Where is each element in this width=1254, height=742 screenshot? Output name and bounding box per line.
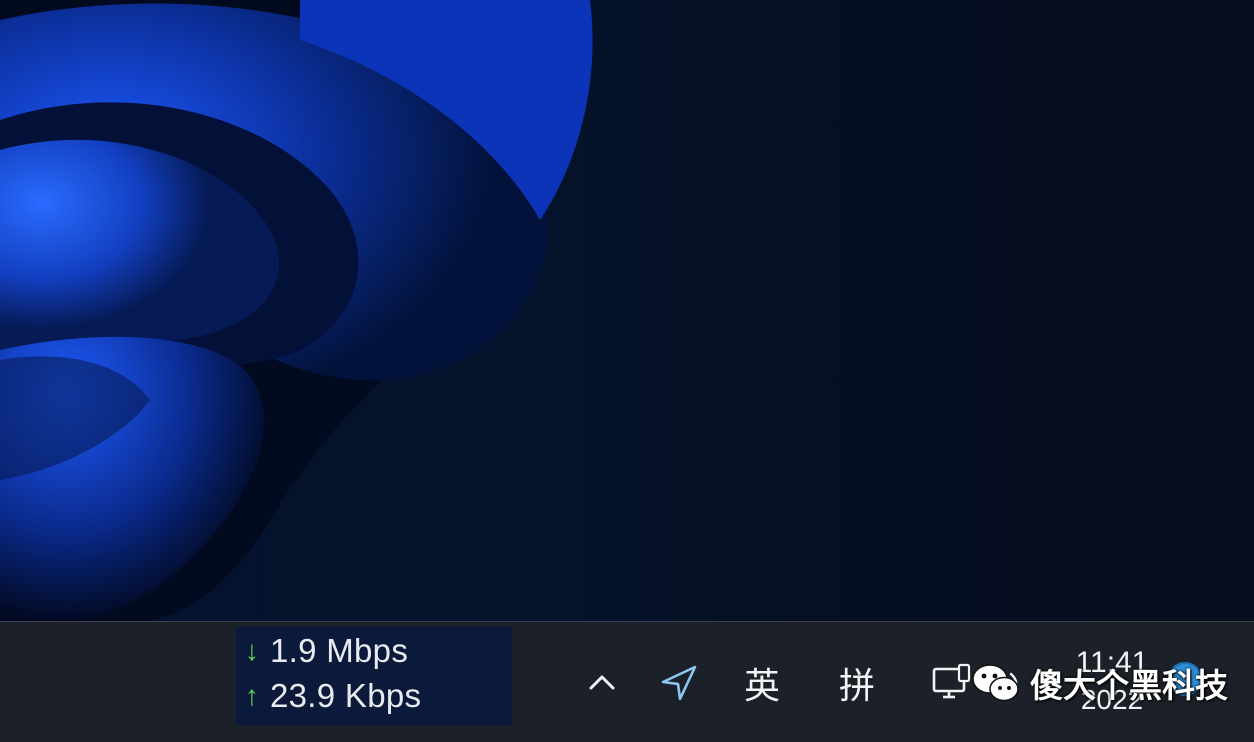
download-speed-value: 1.9 Mbps xyxy=(270,632,409,669)
bloom-wallpaper-art xyxy=(0,0,593,621)
location-in-use-button[interactable] xyxy=(656,660,702,706)
wechat-logo-icon xyxy=(972,664,1019,702)
network-status-button[interactable] xyxy=(926,660,976,706)
watermark-text: 傻大个黑科技 xyxy=(1030,667,1228,704)
network-speed-monitor[interactable]: ↓ 1.9 Mbps ↑ 23.9 Kbps xyxy=(236,627,512,725)
source-watermark: 傻大个黑科技 xyxy=(970,658,1228,708)
network-monitor-icon xyxy=(932,663,971,699)
upload-speed-value: 23.9 Kbps xyxy=(270,677,422,714)
download-arrow-icon: ↓ xyxy=(244,635,260,666)
download-speed-row: ↓ 1.9 Mbps xyxy=(242,631,408,671)
upload-arrow-icon: ↑ xyxy=(244,680,260,711)
upload-speed-row: ↑ 23.9 Kbps xyxy=(242,676,421,716)
desktop-wallpaper xyxy=(0,0,1254,621)
ime-mode-button[interactable]: 英 xyxy=(735,660,789,706)
location-arrow-icon xyxy=(661,665,697,701)
show-hidden-icons-button[interactable] xyxy=(580,662,624,702)
chevron-up-icon xyxy=(589,675,615,690)
ime-pinyin-button[interactable]: 拼 xyxy=(830,660,884,706)
taskbar: ↓ 1.9 Mbps ↑ 23.9 Kbps 英 拼 11:41 2022 傻大… xyxy=(0,621,1254,742)
